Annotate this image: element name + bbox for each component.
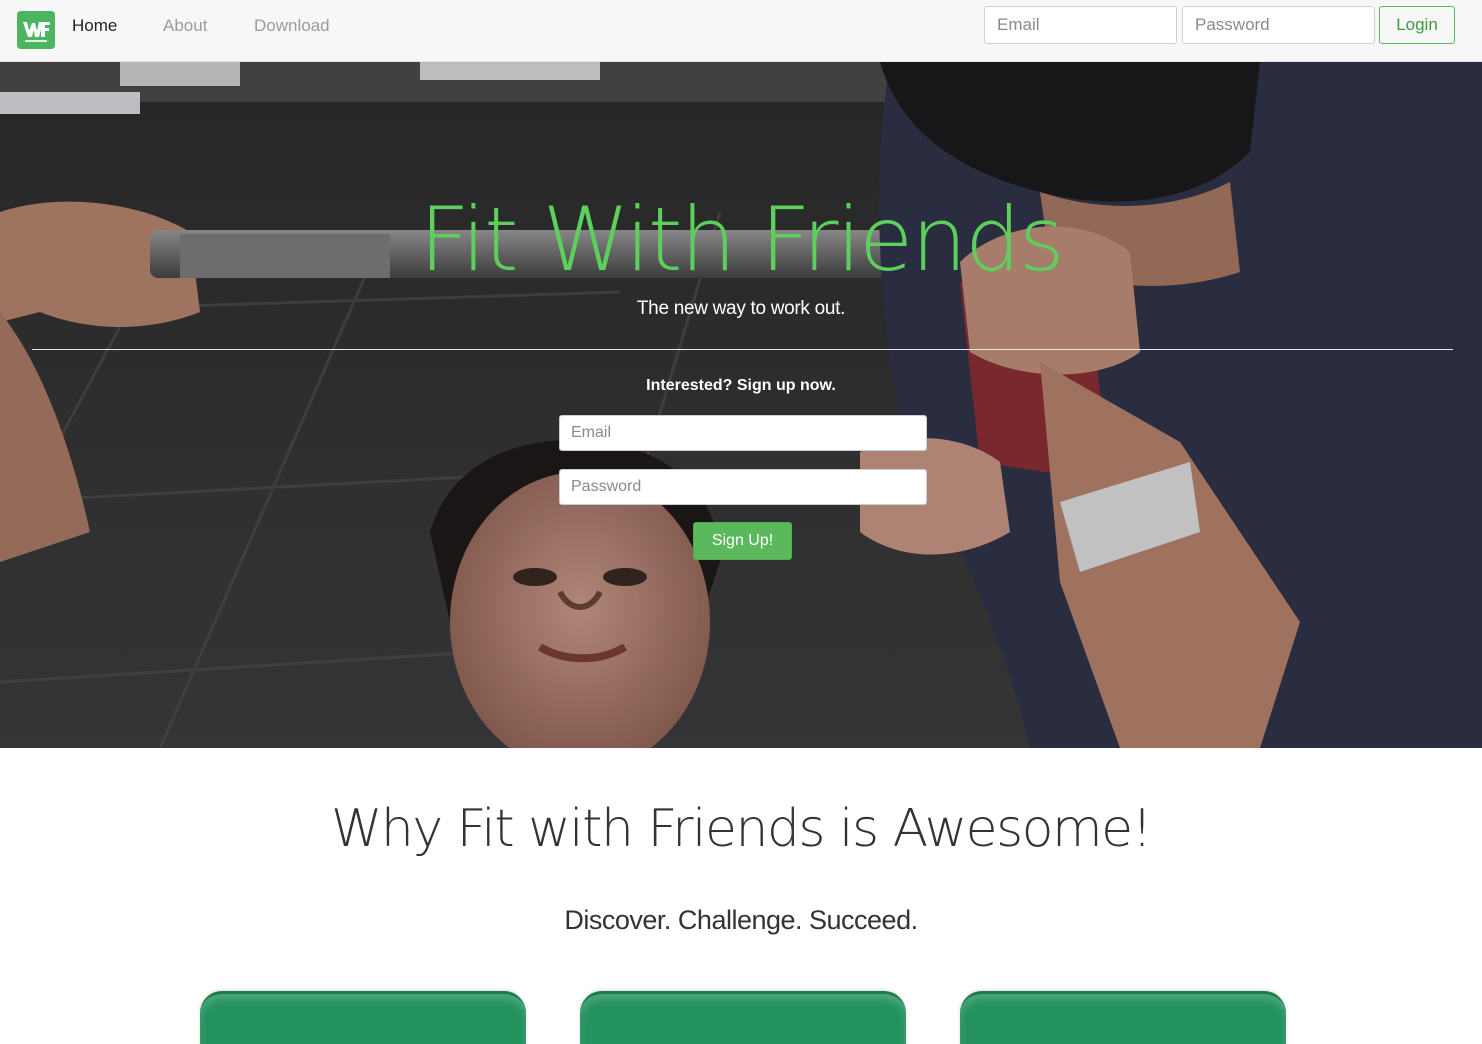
nav-about-link[interactable]: About <box>163 16 207 36</box>
signup-email-input[interactable] <box>559 415 927 451</box>
logo-icon[interactable] <box>17 11 55 49</box>
signup-button[interactable]: Sign Up! <box>693 522 792 560</box>
hero-subtitle: The new way to work out. <box>636 298 846 319</box>
features-tagline: Discover. Challenge. Succeed. <box>564 905 918 935</box>
signup-password-input[interactable] <box>559 469 927 505</box>
feature-card-succeed <box>960 991 1286 1044</box>
features-title: Why Fit with Friends is Awesome! <box>330 799 1153 859</box>
hero-divider <box>32 349 1453 350</box>
signup-prompt: Interested? Sign up now. <box>646 377 836 394</box>
navbar: Home About Download Login <box>0 0 1482 62</box>
nav-download-link[interactable]: Download <box>254 16 330 36</box>
hero-section: Fit With Friends The new way to work out… <box>0 62 1482 748</box>
nav-home-link[interactable]: Home <box>72 16 117 36</box>
feature-card-discover <box>200 991 526 1044</box>
hero-title: Fit With Friends <box>419 188 1064 291</box>
nav-email-input[interactable] <box>984 6 1177 44</box>
feature-card-challenge <box>580 991 906 1044</box>
nav-password-input[interactable] <box>1182 6 1375 44</box>
hero-background-photo <box>0 62 1482 748</box>
login-button[interactable]: Login <box>1379 6 1455 44</box>
